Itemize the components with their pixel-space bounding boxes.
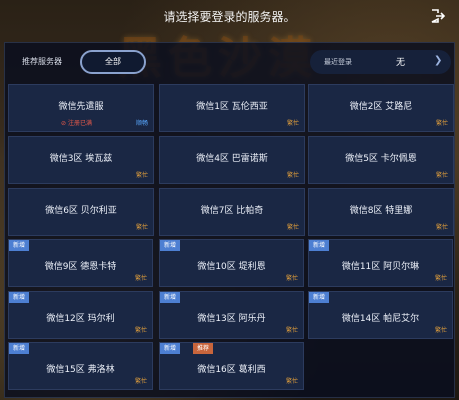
server-status: 顺畅 <box>135 120 148 127</box>
page-title: 请选择要登录的服务器。 <box>163 10 296 24</box>
server-name: 微信4区 巴雷诺斯 <box>196 154 268 164</box>
server-name: 微信2区 艾路尼 <box>349 102 413 112</box>
server-card[interactable]: 微信1区 瓦伦西亚繁忙 <box>159 84 305 132</box>
new-server-badge: 新增 <box>9 343 30 354</box>
recent-login-bar[interactable]: 最近登录 无 ❯ <box>310 50 451 74</box>
server-name: 微信13区 阿乐丹 <box>197 314 266 324</box>
server-status: 繁忙 <box>286 120 299 127</box>
server-card[interactable]: 微信16区 葛利西繁忙 新增 推荐 <box>159 342 304 390</box>
registration-closed-text: 注册已满 <box>67 120 92 127</box>
recommended-server-badge: 推荐 <box>193 343 214 354</box>
server-status: 繁忙 <box>286 172 299 179</box>
server-card[interactable]: 微信7区 比帕奇繁忙 <box>159 188 305 236</box>
tab-all-servers[interactable]: 全部 <box>80 50 146 74</box>
new-server-badge: 新增 <box>9 240 30 251</box>
recent-login-value: 无 <box>396 58 406 68</box>
new-server-badge: 新增 <box>309 292 330 303</box>
logout-icon[interactable] <box>430 8 446 24</box>
server-status: 繁忙 <box>285 275 298 282</box>
server-card[interactable]: 微信先遣服顺畅 ⊘ 注册已满 <box>8 84 154 132</box>
server-status: 繁忙 <box>134 275 147 282</box>
recent-login-label: 最近登录 <box>324 58 352 66</box>
server-name: 微信5区 卡尔佩恩 <box>345 154 417 164</box>
new-server-badge: 新增 <box>160 343 181 354</box>
server-card[interactable]: 微信11区 阿贝尔琳繁忙 新增 <box>308 239 453 287</box>
server-name: 微信3区 埃瓦兹 <box>49 154 113 164</box>
prohibited-icon: ⊘ <box>61 120 67 127</box>
server-card[interactable]: 微信2区 艾路尼繁忙 <box>308 84 454 132</box>
new-server-badge: 新增 <box>160 292 181 303</box>
server-name: 微信9区 德恩卡特 <box>44 262 117 272</box>
server-status: 繁忙 <box>435 224 448 231</box>
server-status: 繁忙 <box>285 327 298 334</box>
server-name: 微信15区 弗洛林 <box>46 365 115 375</box>
server-name: 微信11区 阿贝尔琳 <box>341 262 420 272</box>
server-name: 微信6区 贝尔利亚 <box>45 206 117 216</box>
server-card[interactable]: 微信3区 埃瓦兹繁忙 <box>8 136 154 184</box>
server-name: 微信先遣服 <box>58 102 104 112</box>
server-card[interactable]: 微信10区 堤利恩繁忙 新增 <box>159 239 304 287</box>
server-status: 繁忙 <box>435 120 448 127</box>
server-name: 微信16区 葛利西 <box>197 365 266 375</box>
server-status: 繁忙 <box>135 172 148 179</box>
server-name: 微信7区 比帕奇 <box>200 206 264 216</box>
chevron-right-icon: ❯ <box>434 55 443 66</box>
tab-recommended-servers[interactable]: 推荐服务器 <box>22 56 62 67</box>
server-status: 繁忙 <box>135 224 148 231</box>
server-card[interactable]: 微信4区 巴雷诺斯繁忙 <box>159 136 305 184</box>
server-card[interactable]: 微信8区 特里娜繁忙 <box>308 188 454 236</box>
server-card[interactable]: 微信12区 玛尔利繁忙 新增 <box>8 291 153 339</box>
server-name: 微信12区 玛尔利 <box>46 314 115 324</box>
server-card[interactable]: 微信6区 贝尔利亚繁忙 <box>8 188 154 236</box>
new-server-badge: 新增 <box>160 240 181 251</box>
server-status: 繁忙 <box>286 224 299 231</box>
server-status: 繁忙 <box>435 172 448 179</box>
registration-closed-note: ⊘ 注册已满 <box>61 118 92 127</box>
server-card[interactable]: 微信15区 弗洛林繁忙 新增 <box>8 342 153 390</box>
server-name: 微信8区 特里娜 <box>349 206 413 216</box>
server-card[interactable]: 微信5区 卡尔佩恩繁忙 <box>308 136 454 184</box>
server-card[interactable]: 微信9区 德恩卡特繁忙 新增 <box>8 239 153 287</box>
server-name: 微信14区 帕尼艾尔 <box>341 314 420 324</box>
server-status: 繁忙 <box>434 327 447 334</box>
server-card[interactable]: 微信14区 帕尼艾尔繁忙 新增 <box>308 291 453 339</box>
server-status: 繁忙 <box>134 378 147 385</box>
server-name: 微信10区 堤利恩 <box>197 262 266 272</box>
new-server-badge: 新增 <box>309 240 330 251</box>
filter-bar: 推荐服务器 全部 最近登录 无 ❯ <box>4 44 455 80</box>
server-status: 繁忙 <box>285 378 298 385</box>
server-status: 繁忙 <box>134 327 147 334</box>
server-card[interactable]: 微信13区 阿乐丹繁忙 新增 <box>159 291 304 339</box>
server-status: 繁忙 <box>434 275 447 282</box>
new-server-badge: 新增 <box>9 292 30 303</box>
server-name: 微信1区 瓦伦西亚 <box>196 102 268 112</box>
